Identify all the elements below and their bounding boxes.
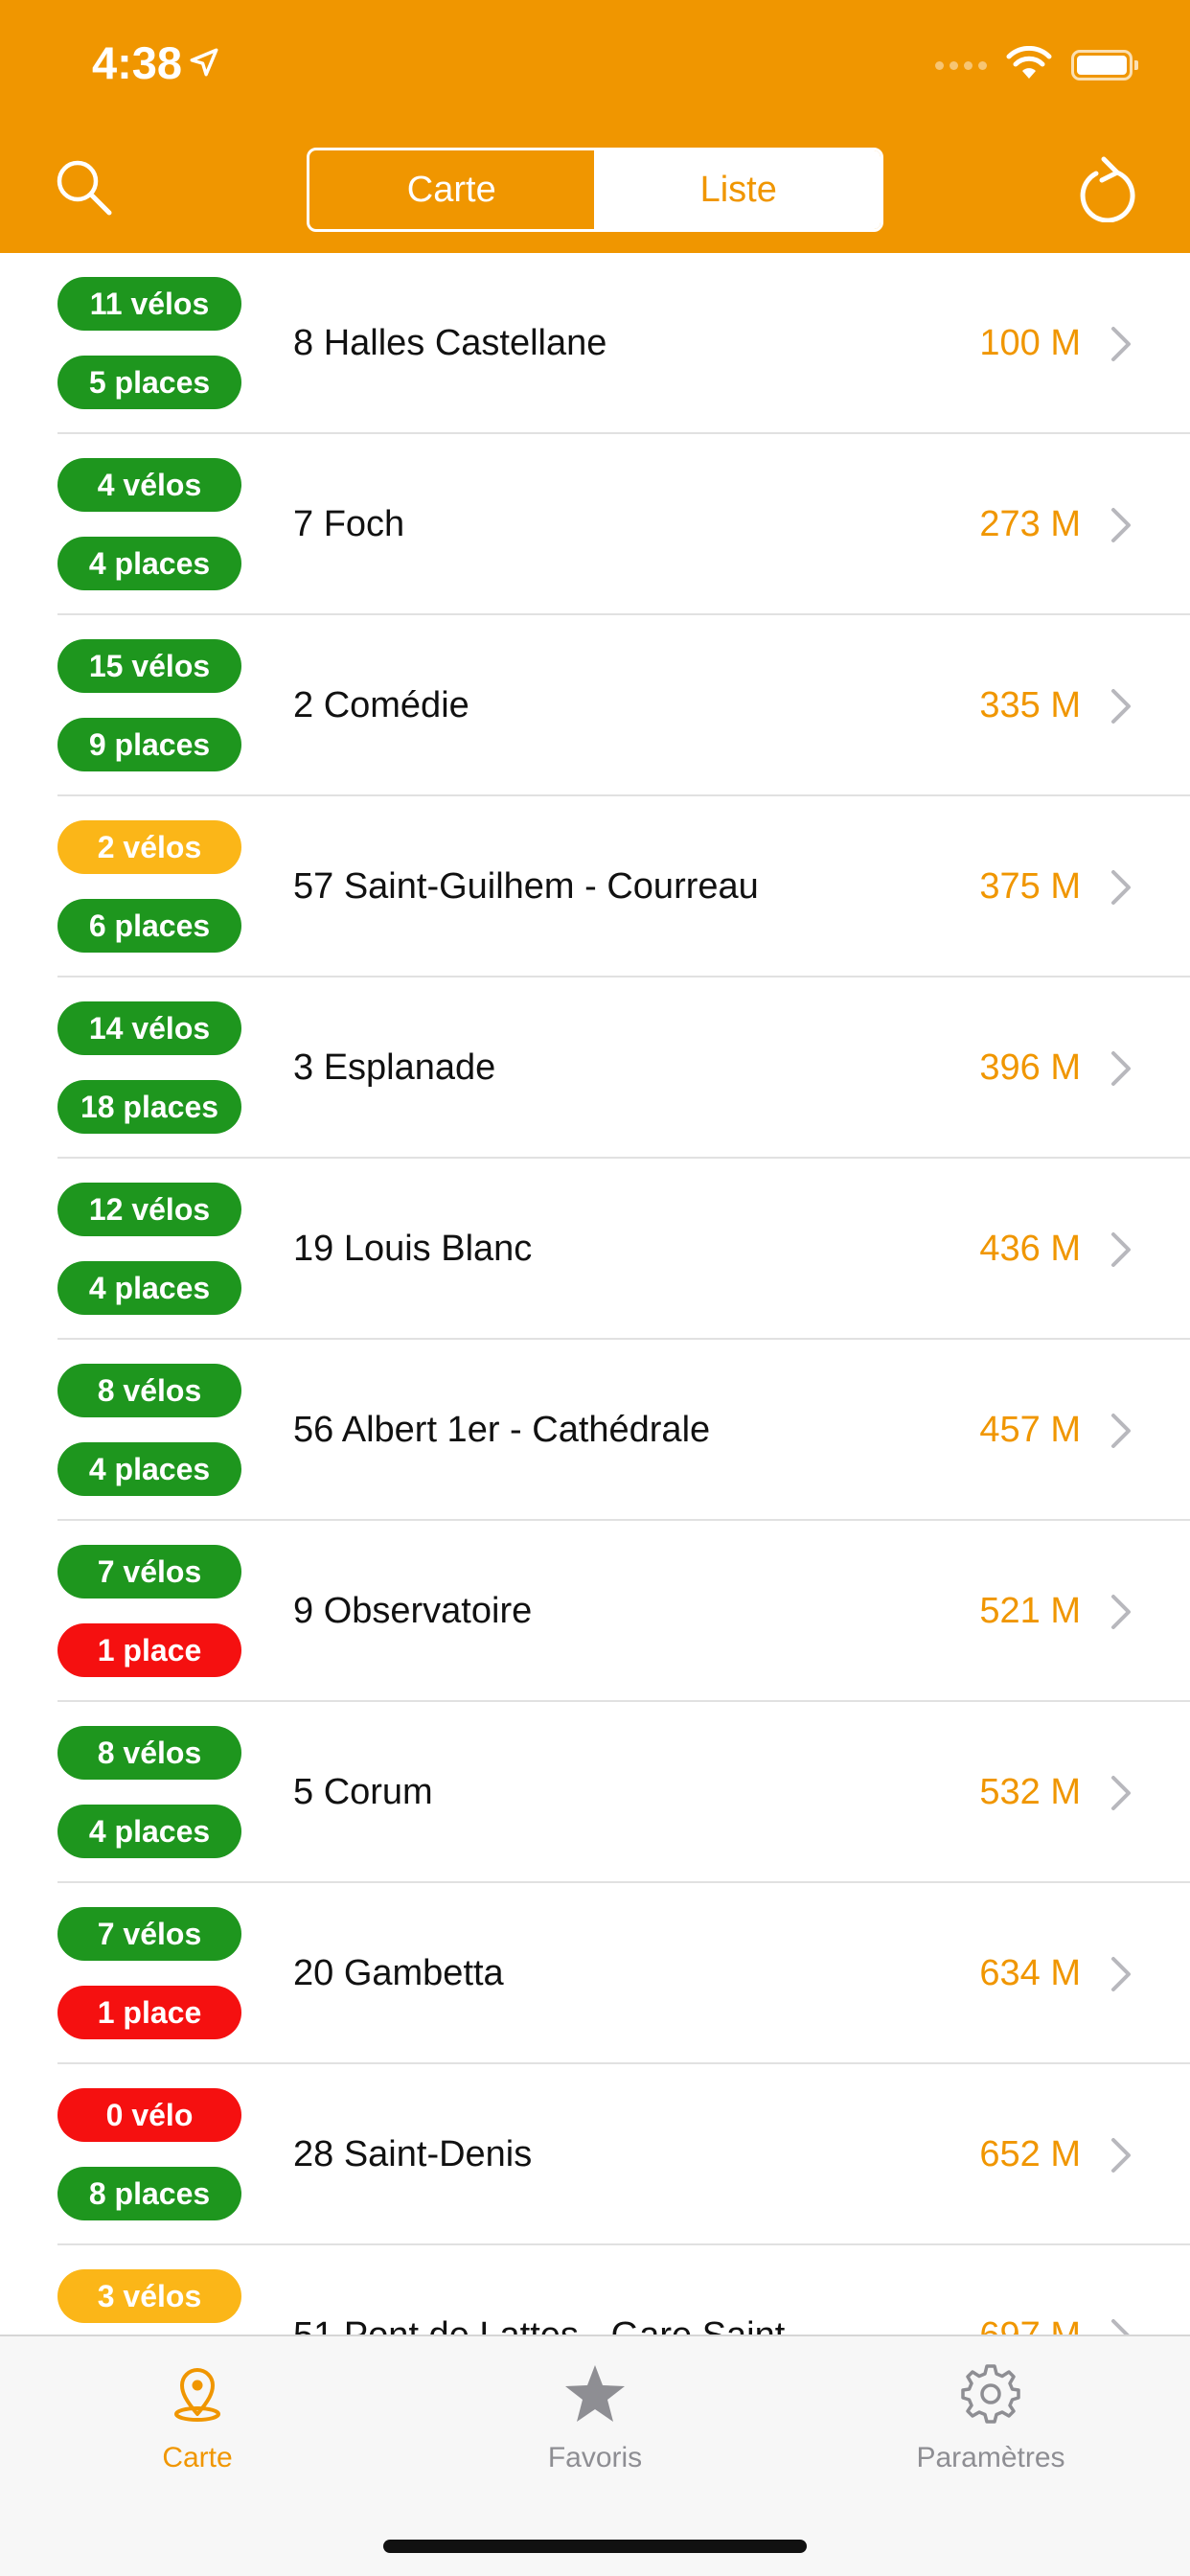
station-row[interactable]: 15 vélos 9 places 2 Comédie 335 M bbox=[0, 615, 1190, 796]
chevron-right-icon bbox=[1111, 2319, 1130, 2334]
station-name: 2 Comédie bbox=[293, 685, 469, 725]
status-time-text: 4:38 bbox=[92, 37, 183, 88]
bikes-available-badge: 11 vélos bbox=[57, 277, 241, 331]
chevron-right-icon bbox=[1111, 689, 1131, 724]
location-arrow-icon bbox=[188, 34, 220, 92]
places-available-badge: 1 place bbox=[57, 1623, 241, 1677]
station-name: 20 Gambetta bbox=[293, 1953, 504, 1993]
station-name: 19 Louis Blanc bbox=[293, 1229, 533, 1269]
chevron-right-icon bbox=[1111, 1051, 1131, 1086]
gear-icon bbox=[959, 2356, 1022, 2432]
chevron-right-icon bbox=[1111, 508, 1131, 542]
station-distance: 100 M bbox=[979, 323, 1081, 363]
station-row[interactable]: 8 vélos 4 places 5 Corum 532 M bbox=[0, 1702, 1190, 1883]
bikes-available-badge: 12 vélos bbox=[57, 1183, 241, 1236]
station-row[interactable]: 2 vélos 6 places 57 Saint-Guilhem - Courre… bbox=[0, 796, 1190, 978]
tab-bar: Carte Favoris Paramètres bbox=[0, 2334, 1190, 2576]
station-name: 5 Corum bbox=[293, 1772, 433, 1812]
map-pin-icon bbox=[171, 2356, 224, 2432]
tab-parametres[interactable]: Paramètres bbox=[847, 2356, 1134, 2490]
search-icon bbox=[57, 160, 112, 216]
bikes-available-badge: 7 vélos bbox=[57, 1545, 241, 1598]
tab-carte-label: Carte bbox=[162, 2442, 233, 2473]
station-name: 7 Foch bbox=[293, 504, 405, 544]
station-row[interactable]: 12 vélos 4 places 19 Louis Blanc 436 M bbox=[0, 1159, 1190, 1340]
segment-liste[interactable]: Liste bbox=[593, 150, 881, 229]
tab-favoris[interactable]: Favoris bbox=[451, 2356, 739, 2490]
station-name: 9 Observatoire bbox=[293, 1591, 533, 1631]
places-available-badge: 18 places bbox=[57, 1080, 241, 1134]
places-available-badge: 5 places bbox=[57, 356, 241, 409]
bikes-available-badge: 0 vélo bbox=[57, 2088, 241, 2142]
places-available-badge: 4 places bbox=[57, 1442, 241, 1496]
station-distance: 457 M bbox=[979, 1410, 1081, 1450]
bikes-available-badge: 8 vélos bbox=[57, 1364, 241, 1417]
view-mode-segmented-control: Carte Liste bbox=[307, 148, 883, 232]
station-distance: 335 M bbox=[979, 685, 1081, 725]
station-name: 3 Esplanade bbox=[293, 1047, 496, 1088]
tab-carte[interactable]: Carte bbox=[54, 2356, 341, 2490]
places-available-badge: 4 places bbox=[57, 1261, 241, 1315]
station-row[interactable]: 3 vélos 51 Pont de Lattes - Gare Saint- 69… bbox=[0, 2245, 1190, 2334]
station-distance: 652 M bbox=[979, 2134, 1081, 2174]
station-row[interactable]: 11 vélos 5 places 8 Halles Castellane 100 M bbox=[0, 253, 1190, 434]
places-available-badge: 6 places bbox=[57, 899, 241, 953]
nav-header: 4:38 Carte Liste bbox=[0, 0, 1190, 253]
chevron-right-icon bbox=[1111, 1957, 1131, 1991]
star-icon bbox=[563, 2356, 627, 2432]
bikes-available-badge: 14 vélos bbox=[57, 1001, 241, 1055]
station-row[interactable]: 4 vélos 4 places 7 Foch 273 M bbox=[0, 434, 1190, 615]
places-available-badge: 9 places bbox=[57, 718, 241, 771]
station-distance: 532 M bbox=[979, 1772, 1081, 1812]
refresh-icon bbox=[1080, 156, 1135, 223]
station-list[interactable]: 11 vélos 5 places 8 Halles Castellane 100 M… bbox=[0, 253, 1190, 2334]
places-available-badge: 8 places bbox=[57, 2167, 241, 2220]
station-distance: 396 M bbox=[979, 1047, 1081, 1088]
station-row[interactable]: 14 vélos 18 places 3 Esplanade 396 M bbox=[0, 978, 1190, 1159]
chevron-right-icon bbox=[1111, 1595, 1131, 1629]
home-indicator bbox=[383, 2540, 807, 2553]
station-distance: 273 M bbox=[979, 504, 1081, 544]
station-row[interactable]: 0 vélo 8 places 28 Saint-Denis 652 M bbox=[0, 2064, 1190, 2245]
status-time: 4:38 bbox=[92, 34, 220, 92]
bikes-available-badge: 4 vélos bbox=[57, 458, 241, 512]
station-name: 28 Saint-Denis bbox=[293, 2134, 533, 2174]
battery-icon bbox=[1071, 50, 1138, 80]
cellular-signal-icon bbox=[935, 60, 987, 70]
chevron-right-icon bbox=[1111, 1414, 1131, 1448]
tab-favoris-label: Favoris bbox=[547, 2442, 643, 2473]
places-available-badge: 1 place bbox=[57, 1986, 241, 2039]
chevron-right-icon bbox=[1111, 1776, 1131, 1810]
station-name: 8 Halles Castellane bbox=[293, 323, 607, 363]
segment-carte[interactable]: Carte bbox=[309, 150, 594, 229]
station-name: 51 Pont de Lattes - Gare Saint- bbox=[293, 2245, 797, 2334]
station-distance: 436 M bbox=[979, 1229, 1081, 1269]
station-row[interactable]: 7 vélos 1 place 20 Gambetta 634 M bbox=[0, 1883, 1190, 2064]
places-available-badge: 4 places bbox=[57, 537, 241, 590]
places-available-badge: 4 places bbox=[57, 1805, 241, 1858]
chevron-right-icon bbox=[1111, 870, 1131, 905]
chevron-right-icon bbox=[1111, 327, 1131, 361]
chevron-right-icon bbox=[1111, 2138, 1131, 2173]
station-name: 56 Albert 1er - Cathédrale bbox=[293, 1410, 711, 1450]
station-distance: 697 M bbox=[979, 2245, 1081, 2334]
station-row[interactable]: 8 vélos 4 places 56 Albert 1er - Cathédral… bbox=[0, 1340, 1190, 1521]
bikes-available-badge: 3 vélos bbox=[57, 2269, 241, 2323]
bikes-available-badge: 15 vélos bbox=[57, 639, 241, 693]
station-distance: 375 M bbox=[979, 866, 1081, 907]
bikes-available-badge: 2 vélos bbox=[57, 820, 241, 874]
tab-parametres-label: Paramètres bbox=[916, 2442, 1065, 2473]
station-row[interactable]: 7 vélos 1 place 9 Observatoire 521 M bbox=[0, 1521, 1190, 1702]
bikes-available-badge: 8 vélos bbox=[57, 1726, 241, 1780]
chevron-right-icon bbox=[1111, 1232, 1131, 1267]
station-distance: 521 M bbox=[979, 1591, 1081, 1631]
station-name: 57 Saint-Guilhem - Courreau bbox=[293, 866, 759, 907]
wifi-icon bbox=[1006, 45, 1052, 85]
search-button[interactable] bbox=[54, 157, 115, 218]
status-icons bbox=[935, 38, 1138, 92]
station-distance: 634 M bbox=[979, 1953, 1081, 1993]
bikes-available-badge: 7 vélos bbox=[57, 1907, 241, 1961]
refresh-button[interactable] bbox=[1075, 155, 1138, 223]
